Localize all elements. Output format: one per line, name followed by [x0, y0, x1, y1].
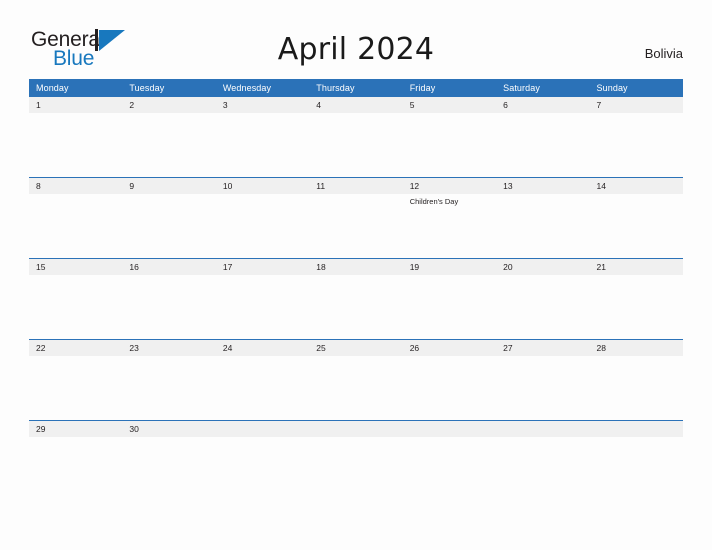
day-of-week-cell: Tuesday [129, 83, 165, 93]
calendar-week-row: 22 23 24 25 26 27 28 [29, 339, 683, 420]
date-number[interactable] [590, 421, 683, 437]
day-content-band: Children's Day [29, 194, 683, 258]
day-cell[interactable] [496, 437, 589, 501]
date-number[interactable]: 2 [122, 97, 215, 113]
day-cell[interactable] [122, 275, 215, 339]
date-number[interactable]: 13 [496, 178, 589, 194]
day-cell[interactable] [216, 356, 309, 420]
date-number[interactable]: 19 [403, 259, 496, 275]
day-of-week-cell: Wednesday [222, 83, 272, 93]
day-of-week-cell: Sunday [596, 83, 628, 93]
holiday-event-label: Children's Day [409, 197, 459, 206]
calendar-week-row: 15 16 17 18 19 20 21 [29, 258, 683, 339]
day-of-week-cell: Monday [36, 83, 69, 93]
date-number-band: 15 16 17 18 19 20 21 [29, 259, 683, 275]
date-number[interactable]: 28 [590, 340, 683, 356]
date-number[interactable]: 8 [29, 178, 122, 194]
date-number[interactable] [216, 421, 309, 437]
day-cell[interactable] [122, 194, 215, 258]
day-of-week-cell: Friday [409, 83, 436, 93]
date-number[interactable]: 5 [403, 97, 496, 113]
day-cell[interactable] [590, 113, 683, 177]
date-number[interactable]: 30 [122, 421, 215, 437]
date-number[interactable]: 12 [403, 178, 496, 194]
day-cell[interactable] [29, 437, 122, 501]
day-cell[interactable] [122, 113, 215, 177]
date-number[interactable]: 14 [590, 178, 683, 194]
day-cell[interactable] [403, 356, 496, 420]
date-number[interactable]: 16 [122, 259, 215, 275]
date-number-band: 1234567 [29, 97, 683, 113]
date-number[interactable]: 4 [309, 97, 402, 113]
date-number-band: 8 9 10 11 12 13 14 [29, 178, 683, 194]
date-number-band: 22 23 24 25 26 27 28 [29, 340, 683, 356]
day-content-band [29, 437, 683, 501]
day-cell[interactable] [496, 113, 589, 177]
date-number[interactable]: 3 [216, 97, 309, 113]
day-cell[interactable]: Children's Day [403, 194, 496, 258]
date-number[interactable]: 22 [29, 340, 122, 356]
day-cell[interactable] [122, 437, 215, 501]
day-cell[interactable] [309, 194, 402, 258]
page-header: General Blue April 2024 Bolivia [0, 0, 712, 79]
day-cell[interactable] [496, 275, 589, 339]
day-cell[interactable] [29, 275, 122, 339]
day-cell[interactable] [403, 437, 496, 501]
calendar-weeks: 1 2 3 4 5 6 7 8 9 10 11 12 13 14 Children's Day 15 16 17 1… [29, 97, 683, 501]
day-content-band [29, 113, 683, 177]
date-number[interactable] [403, 421, 496, 437]
day-cell[interactable] [29, 356, 122, 420]
day-cell[interactable] [309, 437, 402, 501]
day-cell[interactable] [216, 113, 309, 177]
day-cell[interactable] [590, 194, 683, 258]
calendar-week-row: 29 30 [29, 420, 683, 501]
day-of-week-header: Monday Tuesday Wednesday Thursday Friday Satu… [29, 79, 683, 97]
day-cell[interactable] [590, 437, 683, 501]
date-number[interactable] [496, 421, 589, 437]
calendar-week-row: 8 9 10 11 12 13 14 Children's Day [29, 177, 683, 258]
day-of-week-cell: Saturday [503, 83, 540, 93]
day-cell[interactable] [496, 356, 589, 420]
day-cell[interactable] [309, 275, 402, 339]
date-number[interactable]: 7 [590, 97, 683, 113]
date-number[interactable]: 10 [216, 178, 309, 194]
day-cell[interactable] [590, 356, 683, 420]
day-cell[interactable] [403, 113, 496, 177]
date-number[interactable]: 9 [122, 178, 215, 194]
day-content-band [29, 356, 683, 420]
day-content-band [29, 275, 683, 339]
date-number[interactable]: 24 [216, 340, 309, 356]
date-number[interactable]: 26 [403, 340, 496, 356]
day-cell[interactable] [29, 194, 122, 258]
date-number-band: 29 30 [29, 421, 683, 437]
day-cell[interactable] [496, 194, 589, 258]
date-number[interactable]: 15 [29, 259, 122, 275]
day-cell[interactable] [309, 113, 402, 177]
day-cell[interactable] [216, 437, 309, 501]
date-number[interactable]: 20 [496, 259, 589, 275]
date-number[interactable]: 25 [309, 340, 402, 356]
day-of-week-cell: Thursday [316, 83, 355, 93]
calendar-grid: Monday Tuesday Wednesday Thursday Friday Satu… [29, 79, 683, 501]
date-number[interactable]: 11 [309, 178, 402, 194]
day-cell[interactable] [309, 356, 402, 420]
day-cell[interactable] [29, 113, 122, 177]
date-number[interactable]: 21 [590, 259, 683, 275]
date-number[interactable]: 27 [496, 340, 589, 356]
date-number[interactable]: 6 [496, 97, 589, 113]
date-number[interactable]: 17 [216, 259, 309, 275]
date-number[interactable]: 18 [309, 259, 402, 275]
calendar-week-row: 1234567 [29, 97, 683, 177]
page-title: April 2024 [277, 32, 435, 67]
locale-label: Bolivia [644, 46, 683, 61]
day-cell[interactable] [403, 275, 496, 339]
date-number[interactable]: 29 [29, 421, 122, 437]
day-cell[interactable] [216, 194, 309, 258]
date-number[interactable]: 23 [122, 340, 215, 356]
date-number[interactable] [309, 421, 402, 437]
day-cell[interactable] [590, 275, 683, 339]
date-number[interactable]: 1 [29, 97, 122, 113]
day-cell[interactable] [216, 275, 309, 339]
day-cell[interactable] [122, 356, 215, 420]
